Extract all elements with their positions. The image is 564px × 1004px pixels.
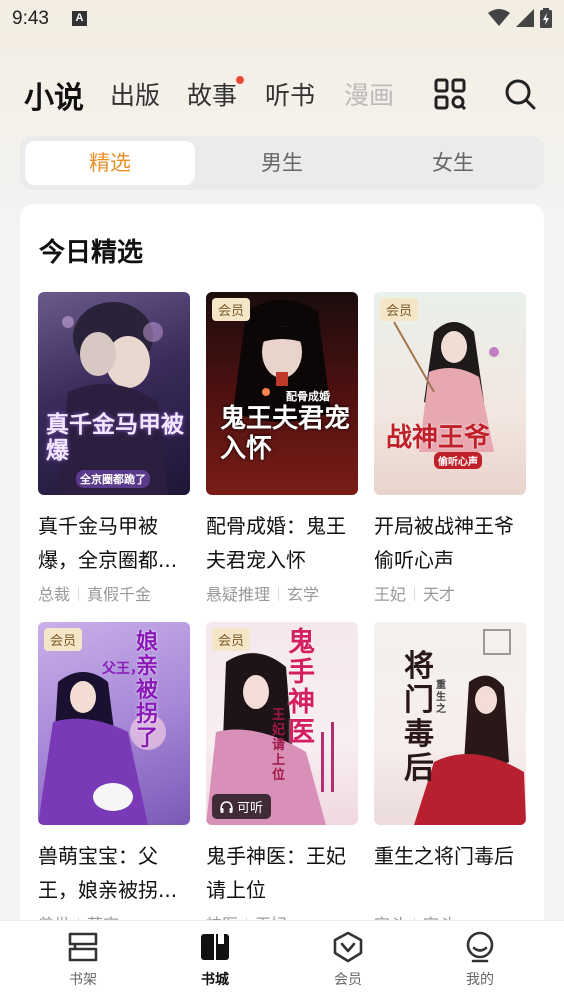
book-tag[interactable]: 天才	[423, 585, 455, 604]
section-title: 今日精选	[39, 238, 144, 268]
vip-badge: 会员	[212, 298, 251, 321]
book-title: 兽萌宝宝：父王，娘亲被拐...	[38, 844, 178, 902]
book-cover: 会员 鬼手神医 王妃请上位 可听	[206, 622, 358, 825]
category-grid-icon[interactable]	[434, 78, 466, 110]
cover-title: 娘亲被拐了	[136, 629, 159, 751]
book-tag[interactable]: 总裁	[38, 585, 70, 604]
status-bar: 9:43 A	[0, 0, 564, 38]
tab-membership[interactable]: 会员	[308, 931, 388, 989]
book-item[interactable]: 将门毒后 重生之 重生之将门毒后 宫斗宫斗	[374, 622, 526, 935]
book-item[interactable]: 会员 战神王爷 偷听心声 开局被战神王爷偷听心声 王妃 天才	[374, 292, 526, 605]
cover-subtitle: 全京圈都跪了	[76, 470, 150, 488]
vip-badge: 会员	[212, 628, 251, 651]
tab-label: 书城	[201, 972, 229, 988]
tab-label: 会员	[334, 972, 362, 988]
headphone-icon	[220, 800, 233, 813]
segment-male[interactable]: 男生	[197, 141, 367, 185]
book-cover: 将门毒后 重生之	[374, 622, 526, 825]
cover-title: 鬼王夫君宠入怀	[220, 404, 351, 464]
tab-mine[interactable]: 我的	[440, 931, 520, 989]
cover-title: 将门毒后	[404, 649, 434, 786]
tab-label: 书架	[69, 972, 97, 988]
vip-shield-icon	[333, 931, 363, 963]
cover-subtitle: 重生之	[436, 680, 446, 715]
book-cover: 真千金马甲被爆 全京圈都跪了	[38, 292, 190, 495]
signal-icon	[516, 9, 534, 27]
book-open-icon	[201, 934, 229, 960]
segment-featured[interactable]: 精选	[25, 141, 195, 185]
segment-female[interactable]: 女生	[368, 141, 538, 185]
book-item[interactable]: 会员 父王， 娘亲被拐了 兽萌宝宝：父王，娘亲被拐... 兽世萌宝	[38, 622, 190, 935]
search-icon[interactable]	[504, 78, 536, 110]
cover-subtitle: 王妃请上位	[272, 708, 286, 783]
book-tag[interactable]: 真假千金	[87, 585, 151, 604]
book-title: 真千金马甲被爆，全京圈都...	[38, 514, 178, 572]
book-tag[interactable]: 玄学	[287, 585, 319, 604]
audio-label: 可听	[237, 801, 264, 816]
vip-badge: 会员	[44, 628, 83, 651]
book-tag[interactable]: 王妃	[374, 585, 406, 604]
todays-picks-card: 今日精选 真千金马甲被爆 全京圈都跪了 真千金马甲被爆，全京圈都... 总裁 真假…	[20, 204, 544, 944]
bookshelf-icon	[68, 932, 98, 962]
book-tags: 总裁 真假千金	[38, 581, 190, 605]
book-item[interactable]: 真千金马甲被爆 全京圈都跪了 真千金马甲被爆，全京圈都... 总裁 真假千金	[38, 292, 190, 605]
book-tag[interactable]: 悬疑推理	[206, 585, 270, 604]
book-item[interactable]: 会员 鬼手神医 王妃请上位 可听 鬼手神医：王妃请上位 神医王妃	[206, 622, 358, 935]
profile-icon	[466, 931, 494, 963]
notification-icon: A	[72, 11, 87, 26]
top-nav: 小说 出版 故事 听书 漫画	[0, 70, 564, 124]
book-title: 开局被战神王爷偷听心声	[374, 514, 514, 572]
audio-badge: 可听	[212, 794, 272, 819]
tab-bookstore[interactable]: 书城	[175, 931, 255, 989]
battery-icon	[540, 8, 552, 28]
book-title: 配骨成婚：鬼王夫君宠入怀	[206, 514, 346, 572]
tab-story[interactable]: 故事	[187, 76, 237, 112]
book-cover: 会员 配骨成婚 鬼王夫君宠入怀	[206, 292, 358, 495]
vip-badge: 会员	[380, 298, 419, 321]
bottom-tab-bar: 书架 书城 会员 我的	[0, 920, 564, 1004]
book-item[interactable]: 会员 配骨成婚 鬼王夫君宠入怀 配骨成婚：鬼王夫君宠入怀 悬疑推理 玄学	[206, 292, 358, 605]
tab-publish[interactable]: 出版	[110, 76, 160, 112]
book-tags: 悬疑推理 玄学	[206, 581, 358, 605]
status-icons	[488, 8, 552, 28]
cover-title: 鬼手神医	[288, 627, 315, 748]
book-cover: 会员 战神王爷 偷听心声	[374, 292, 526, 495]
book-tags: 王妃 天才	[374, 581, 526, 605]
tab-label: 我的	[466, 972, 494, 988]
story-red-dot	[236, 76, 244, 84]
tab-novel[interactable]: 小说	[24, 73, 84, 117]
book-title: 重生之将门毒后	[374, 844, 514, 868]
cover-subtitle: 配骨成婚	[286, 390, 330, 403]
tab-audiobook[interactable]: 听书	[265, 76, 315, 112]
cover-title: 真千金马甲被爆	[46, 411, 184, 464]
book-title: 鬼手神医：王妃请上位	[206, 844, 346, 902]
status-time: 9:43	[12, 8, 49, 29]
wifi-icon	[488, 9, 510, 26]
gender-segment: 精选 男生 女生	[20, 136, 544, 190]
tab-bookshelf[interactable]: 书架	[43, 931, 123, 989]
cover-subtitle: 偷听心声	[434, 452, 482, 469]
tab-comic[interactable]: 漫画	[344, 76, 392, 112]
cover-title: 战神王爷	[386, 423, 491, 453]
book-cover: 会员 父王， 娘亲被拐了	[38, 622, 190, 825]
